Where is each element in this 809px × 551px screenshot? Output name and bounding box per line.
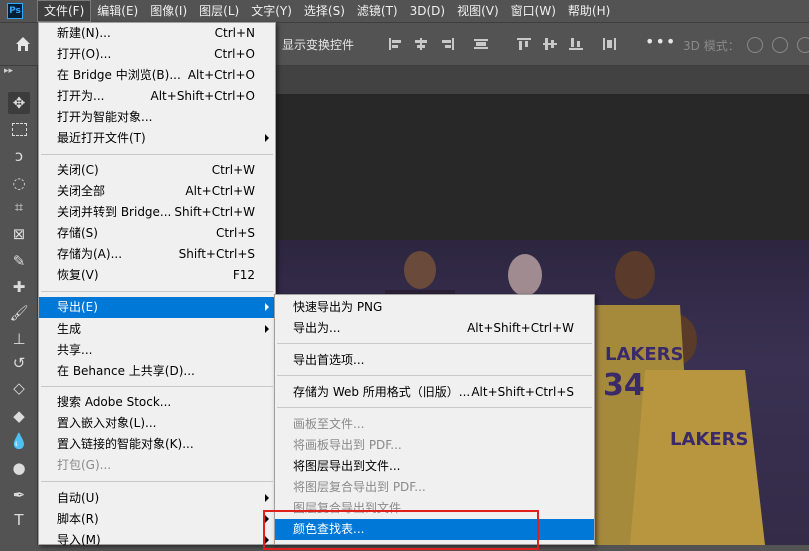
svg-text:34: 34 xyxy=(603,368,645,403)
3d-orbit-icon[interactable] xyxy=(747,37,763,53)
svg-text:LAKERS: LAKERS xyxy=(605,344,683,365)
clone-stamp-tool-icon[interactable]: ⊥ xyxy=(8,328,30,350)
menu-separator xyxy=(41,386,273,387)
lasso-tool-icon[interactable]: ↄ xyxy=(8,145,30,167)
3d-mode-label: 3D 模式： xyxy=(683,39,740,53)
file-menu-generate[interactable]: 生成 xyxy=(39,319,275,340)
submenu-arrow-icon xyxy=(265,303,269,311)
align-vertical-center-icon[interactable] xyxy=(543,38,557,50)
export-artboards-to-pdf: 将画板导出到 PDF... xyxy=(293,438,402,452)
file-menu-revert[interactable]: 恢复(V) F12 xyxy=(39,265,275,286)
file-menu-new[interactable]: 新建(N)... Ctrl+N xyxy=(39,23,275,44)
menu-separator xyxy=(277,343,592,344)
export-layers-to-files[interactable]: 将图层导出到文件... xyxy=(275,456,594,477)
menu-filter[interactable]: 滤镜(T) xyxy=(351,0,404,22)
file-menu-close-all[interactable]: 关闭全部 Alt+Ctrl+W xyxy=(39,181,275,202)
menu-separator xyxy=(41,291,273,292)
eyedropper-tool-icon[interactable]: ✎ xyxy=(8,250,30,272)
history-brush-tool-icon[interactable]: ↺ xyxy=(8,352,30,374)
menu-help[interactable]: 帮助(H) xyxy=(562,0,616,22)
file-menu-browse-bridge[interactable]: 在 Bridge 中浏览(B)... Alt+Ctrl+O xyxy=(39,65,275,86)
export-submenu: 快速导出为 PNG 导出为... Alt+Shift+Ctrl+W 导出首选项..… xyxy=(274,294,595,545)
svg-text:LAKERS: LAKERS xyxy=(670,429,748,450)
pen-tool-icon[interactable]: ✒ xyxy=(8,484,30,506)
export-as[interactable]: 导出为... Alt+Shift+Ctrl+W xyxy=(275,318,594,339)
file-menu-save-as[interactable]: 存储为(A)... Shift+Ctrl+S xyxy=(39,244,275,265)
eraser-tool-icon[interactable]: ◇ xyxy=(8,377,30,399)
menu-3d[interactable]: 3D(D) xyxy=(404,0,451,22)
export-save-for-web[interactable]: 存储为 Web 所用格式（旧版）... Alt+Shift+Ctrl+S xyxy=(275,382,594,403)
quick-selection-tool-icon[interactable]: ◌ xyxy=(8,172,30,194)
menu-separator xyxy=(41,154,273,155)
menu-edit[interactable]: 编辑(E) xyxy=(91,0,144,22)
menu-separator xyxy=(41,481,273,482)
align-horizontal-center-icon[interactable] xyxy=(414,38,428,50)
distribute-vertical-icon[interactable] xyxy=(603,38,617,50)
frame-tool-icon[interactable]: ⊠ xyxy=(8,223,30,245)
align-right-icon[interactable] xyxy=(440,38,454,50)
file-menu-share-behance[interactable]: 在 Behance 上共享(D)... xyxy=(39,361,275,382)
home-icon[interactable] xyxy=(14,35,32,53)
menu-image[interactable]: 图像(I) xyxy=(144,0,193,22)
menu-type[interactable]: 文字(Y) xyxy=(245,0,298,22)
file-menu-place-embedded[interactable]: 置入嵌入对象(L)... xyxy=(39,413,275,434)
menu-separator xyxy=(277,407,592,408)
more-options-button[interactable]: ••• xyxy=(645,32,676,51)
3d-pan-icon[interactable] xyxy=(797,37,809,53)
align-bottom-icon[interactable] xyxy=(569,38,583,50)
file-menu-close-go-bridge[interactable]: 关闭并转到 Bridge... Shift+Ctrl+W xyxy=(39,202,275,223)
submenu-arrow-icon xyxy=(265,325,269,333)
file-menu-open-smart-object[interactable]: 打开为智能对象... xyxy=(39,107,275,128)
type-tool-icon[interactable]: T xyxy=(8,509,30,531)
brush-tool-icon[interactable]: 🖌 xyxy=(8,302,30,324)
menu-select[interactable]: 选择(S) xyxy=(298,0,351,22)
file-menu-package: 打包(G)... xyxy=(57,458,112,472)
marquee-tool-icon[interactable] xyxy=(8,118,30,140)
menu-separator xyxy=(277,375,592,376)
file-menu-place-linked[interactable]: 置入链接的智能对象(K)... xyxy=(39,434,275,455)
annotation-highlight-box xyxy=(263,510,539,550)
paint-bucket-tool-icon[interactable]: ◆ xyxy=(8,405,30,427)
menu-view[interactable]: 视图(V) xyxy=(451,0,505,22)
file-menu-automate[interactable]: 自动(U) xyxy=(39,488,275,509)
file-menu-search-adobe-stock[interactable]: 搜索 Adobe Stock... xyxy=(39,392,275,413)
submenu-arrow-icon xyxy=(265,494,269,502)
crop-tool-icon[interactable]: ⌗ xyxy=(8,196,30,218)
file-menu-close[interactable]: 关闭(C) Ctrl+W xyxy=(39,160,275,181)
menu-file[interactable]: 文件(F) xyxy=(37,0,92,22)
photoshop-logo: Ps xyxy=(7,3,23,19)
align-left-icon[interactable] xyxy=(389,38,403,50)
tools-panel: ▸▸ ✥ ↄ ◌ ⌗ ⊠ ✎ ✚ 🖌 ⊥ ↺ ◇ ◆ 💧 ● ✒ T xyxy=(0,66,38,545)
dodge-tool-icon[interactable]: ● xyxy=(8,457,30,479)
export-quick-png[interactable]: 快速导出为 PNG xyxy=(275,297,594,318)
file-menu-import[interactable]: 导入(M) xyxy=(39,530,275,551)
file-menu-save[interactable]: 存储(S) Ctrl+S xyxy=(39,223,275,244)
menu-layer[interactable]: 图层(L) xyxy=(193,0,245,22)
file-menu-share[interactable]: 共享... xyxy=(39,340,275,361)
align-top-icon[interactable] xyxy=(517,38,531,50)
file-menu-recent[interactable]: 最近打开文件(T) xyxy=(39,128,275,149)
healing-brush-tool-icon[interactable]: ✚ xyxy=(8,276,30,298)
show-transform-controls-label[interactable]: 显示变换控件 xyxy=(282,36,354,53)
file-menu-open-as[interactable]: 打开为... Alt+Shift+Ctrl+O xyxy=(39,86,275,107)
move-tool-icon[interactable]: ✥ xyxy=(8,92,30,114)
distribute-icon[interactable] xyxy=(474,38,488,50)
file-menu-open[interactable]: 打开(O)... Ctrl+O xyxy=(39,44,275,65)
menu-window[interactable]: 窗口(W) xyxy=(505,0,562,22)
blur-tool-icon[interactable]: 💧 xyxy=(8,430,30,452)
file-menu-dropdown: 新建(N)... Ctrl+N 打开(O)... Ctrl+O 在 Bridge 中… xyxy=(38,22,276,547)
3d-roll-icon[interactable] xyxy=(772,37,788,53)
collapse-toolbar-icon[interactable]: ▸▸ xyxy=(4,66,13,76)
file-menu-export[interactable]: 导出(E) xyxy=(39,297,275,318)
menubar: Ps 文件(F) 编辑(E) 图像(I) 图层(L) 文字(Y) 选择(S) 滤… xyxy=(0,0,809,22)
export-layer-comps-to-pdf: 将图层复合导出到 PDF... xyxy=(293,480,426,494)
file-menu-scripts[interactable]: 脚本(R) xyxy=(39,509,275,530)
submenu-arrow-icon xyxy=(265,134,269,142)
export-preferences[interactable]: 导出首选项... xyxy=(275,350,594,371)
export-artboards-to-files: 画板至文件... xyxy=(293,417,365,431)
